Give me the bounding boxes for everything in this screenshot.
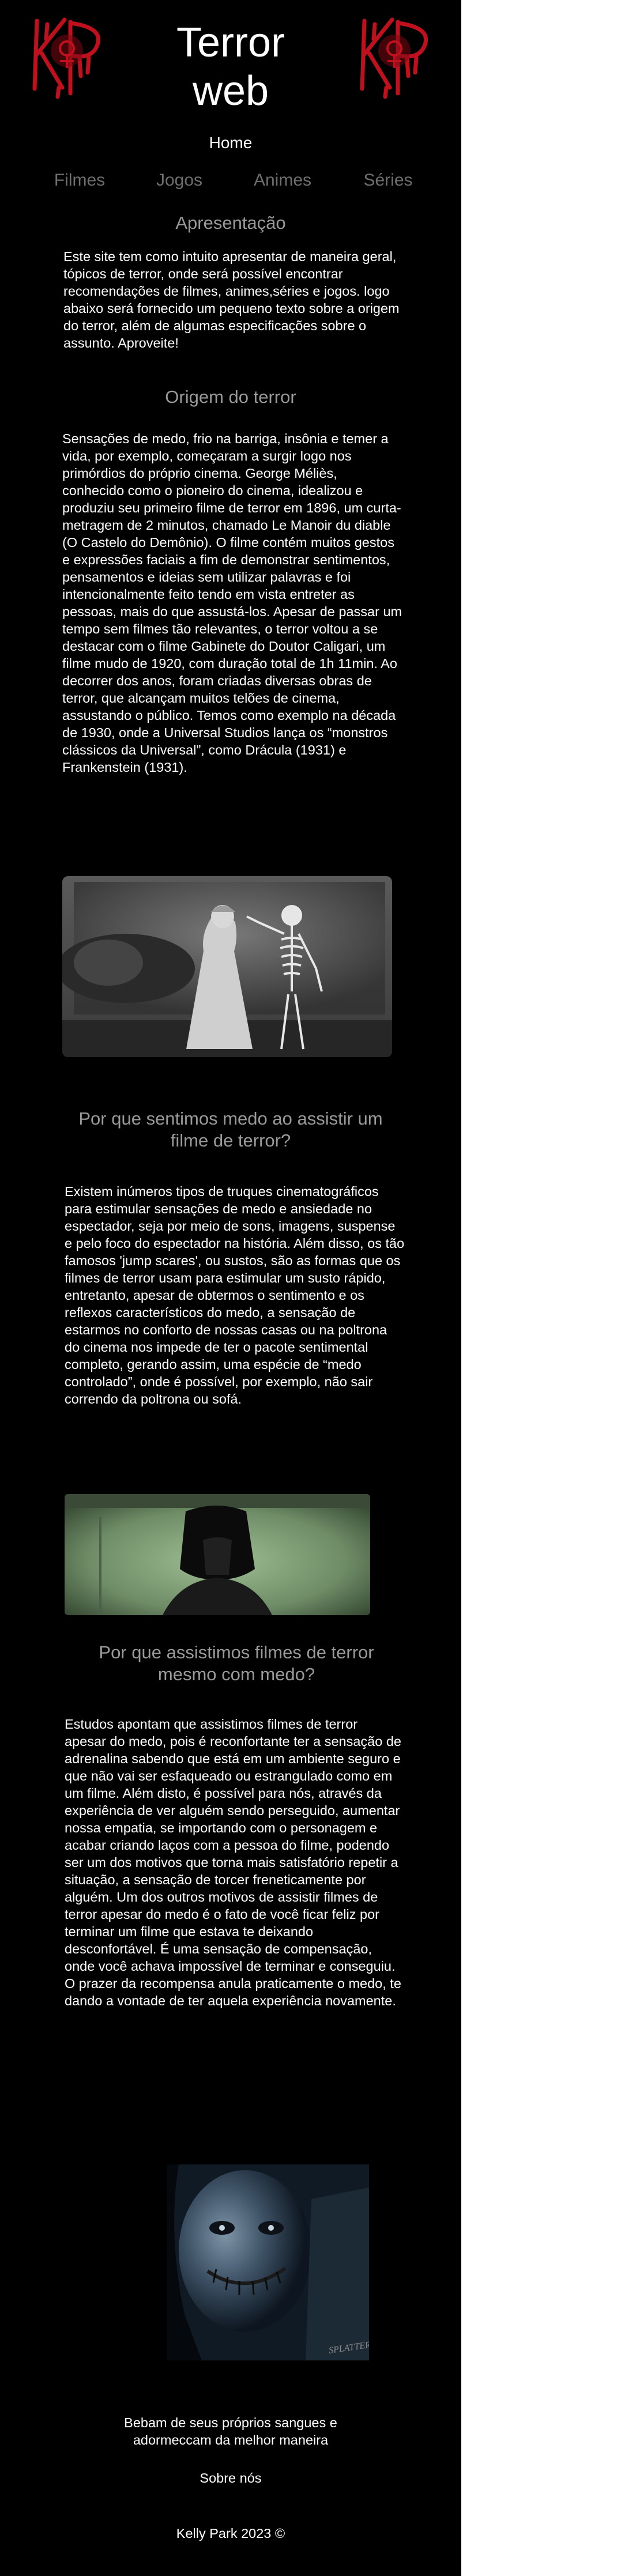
section-title-origem: Origem do terror xyxy=(165,387,296,407)
skeleton-scene-image xyxy=(62,876,392,1057)
nav-item-jogos[interactable]: Jogos xyxy=(133,171,225,190)
section-title-apresentacao: Apresentação xyxy=(175,213,286,233)
origin-text: Sensações de medo, frio na barriga, insô… xyxy=(62,431,402,775)
site-title: Terror web xyxy=(176,20,285,114)
logo-kp-icon xyxy=(32,17,101,99)
why-watch-text: Estudos apontam que assistimos filmes de… xyxy=(65,1717,401,2008)
nav-item-series[interactable]: Séries xyxy=(342,171,434,190)
about-link[interactable]: Sobre nós xyxy=(0,2469,461,2487)
nav-item-filmes[interactable]: Filmes xyxy=(33,171,126,190)
home-link[interactable]: Home xyxy=(173,134,288,152)
logo-kp-icon xyxy=(360,17,428,99)
ghost-girl-image xyxy=(65,1494,370,1615)
nav-item-animes[interactable]: Animes xyxy=(236,171,329,190)
main-nav: Filmes Jogos Animes Séries xyxy=(0,171,461,194)
footer-tagline: Bebam de seus próprios sangues e adormec… xyxy=(124,2415,337,2447)
why-fear-text: Existem inúmeros tipos de truques cinema… xyxy=(65,1184,405,1406)
page-container: Terror web Home Filmes Jogos Animes Séri… xyxy=(0,0,461,2576)
creepy-smile-image: SPLATTER xyxy=(167,2164,369,2360)
footer-copyright: Kelly Park 2023 © xyxy=(176,2526,285,2541)
intro-text: Este site tem como intuito apresentar de… xyxy=(63,249,400,350)
section-title-por-que-assistimos: Por que assistimos filmes de terror mesm… xyxy=(99,1642,374,1684)
section-title-por-que-sentimos-medo: Por que sentimos medo ao assistir um fil… xyxy=(78,1108,383,1151)
